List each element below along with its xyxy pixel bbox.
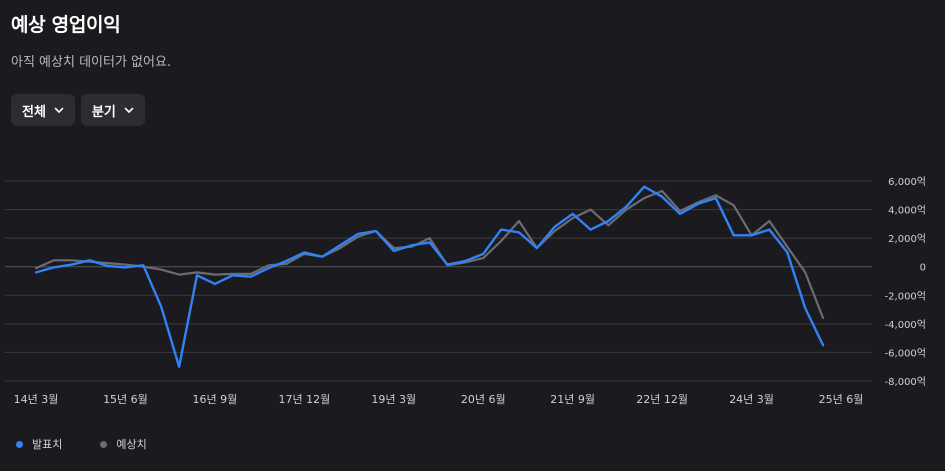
filter-bar: 전체 분기 (11, 94, 145, 126)
x-tick-label: 15년 6월 (103, 393, 148, 406)
operating-profit-chart: 6,000억 4,000억 2,000억 0 -2,000억 -4,000억 -6,000억… (5, 176, 926, 406)
y-tick-label: -2,000억 (885, 290, 926, 302)
period-unit-label: 분기 (91, 104, 116, 120)
x-tick-label: 22년 12월 (636, 393, 688, 406)
period-unit-dropdown[interactable]: 분기 (80, 94, 145, 126)
y-tick-label: 0 (920, 263, 926, 274)
x-tick-label: 17년 12월 (278, 393, 330, 406)
period-range-label: 전체 (22, 104, 46, 120)
series-line-actual (34, 185, 825, 368)
legend-swatch-estimate (100, 440, 108, 448)
legend-label-estimate: 예상치 (116, 438, 147, 451)
x-tick-label: 21년 9월 (550, 393, 595, 406)
x-tick-label: 20년 6월 (461, 393, 506, 406)
chart-legend: 발표치 예상치 (16, 436, 147, 452)
y-tick-label: -8,000억 (885, 376, 926, 388)
chevron-down-icon (124, 107, 134, 113)
legend-item-estimate: 예상치 (100, 436, 147, 452)
x-tick-label: 14년 3월 (14, 393, 59, 406)
x-tick-label: 25년 6월 (819, 393, 864, 406)
y-tick-label: 2,000억 (888, 233, 926, 245)
page-subtitle: 아직 예상치 데이터가 없어요. (11, 55, 172, 70)
x-tick-label: 19년 3월 (371, 393, 416, 406)
y-tick-label: 6,000억 (888, 176, 926, 188)
y-tick-label: 4,000억 (888, 205, 926, 217)
legend-swatch-actual (16, 440, 23, 448)
y-tick-label: -6,000억 (885, 347, 926, 359)
x-tick-label: 16년 9월 (193, 393, 238, 406)
legend-item-actual: 발표치 (16, 436, 62, 452)
y-tick-label: -4,000억 (885, 319, 926, 331)
period-range-dropdown[interactable]: 전체 (11, 94, 75, 126)
chevron-down-icon (54, 107, 64, 113)
x-tick-label: 24년 3월 (729, 393, 774, 406)
legend-label-actual: 발표치 (32, 438, 63, 451)
page-title: 예상 영업이익 (11, 14, 121, 36)
